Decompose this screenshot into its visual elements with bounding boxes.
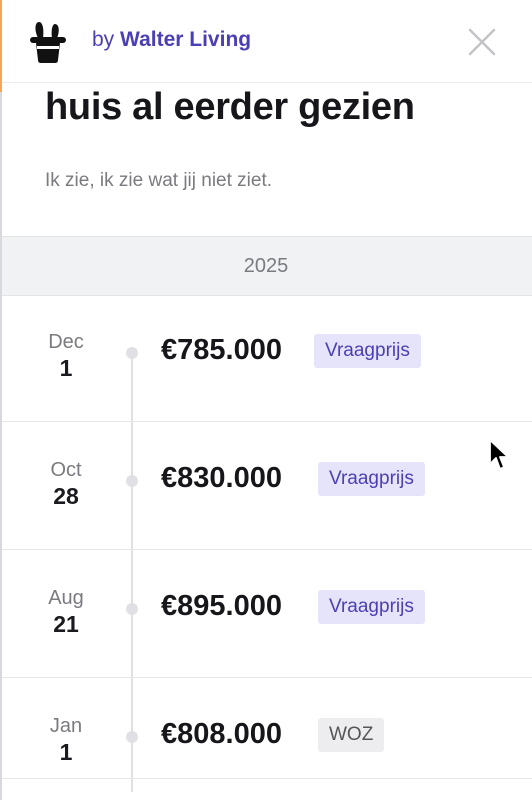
year-header: 2025 bbox=[0, 236, 532, 296]
entry-month: Oct bbox=[50, 459, 82, 481]
timeline-row: Aug 21 €895.000 Vraagprijs bbox=[0, 550, 532, 678]
entry-month: Dec bbox=[48, 331, 84, 353]
timeline-row: Jan 1 €808.000 WOZ bbox=[0, 678, 532, 805]
entry-date: Dec 1 bbox=[30, 330, 102, 382]
entry-date: Aug 21 bbox=[30, 586, 102, 638]
timeline-dot bbox=[126, 475, 138, 487]
timeline-dot bbox=[126, 347, 138, 359]
entry-date: Jan 1 bbox=[30, 714, 102, 766]
byline-prefix: by bbox=[92, 28, 115, 51]
panel-title: huis al eerder gezien bbox=[45, 86, 415, 128]
panel-subtitle: Ik zie, ik zie wat jij niet ziet. bbox=[45, 170, 273, 191]
price-type-badge: Vraagprijs bbox=[318, 590, 425, 624]
panel-header: by Walter Living bbox=[0, 0, 532, 83]
entry-day: 1 bbox=[59, 739, 73, 765]
timeline-dot bbox=[126, 731, 138, 743]
close-icon[interactable] bbox=[462, 22, 502, 62]
entry-price: €808.000 bbox=[161, 718, 282, 750]
page-edge-accent bbox=[0, 0, 2, 92]
brand-link[interactable]: Walter Living bbox=[120, 28, 251, 51]
entry-price: €785.000 bbox=[161, 334, 282, 366]
entry-month: Aug bbox=[48, 587, 84, 609]
entry-day: 28 bbox=[53, 483, 79, 509]
timeline-row: Oct 28 €830.000 Vraagprijs bbox=[0, 422, 532, 550]
year-label: 2025 bbox=[243, 254, 289, 277]
entry-date: Oct 28 bbox=[30, 458, 102, 510]
price-type-badge: Vraagprijs bbox=[318, 462, 425, 496]
mouse-cursor-icon bbox=[489, 439, 509, 470]
entry-day: 1 bbox=[59, 355, 73, 381]
price-history-timeline: Dec 1 €785.000 Vraagprijs Oct 28 €830.00… bbox=[0, 294, 532, 792]
byline: by Walter Living bbox=[92, 28, 251, 52]
page-edge bbox=[0, 0, 2, 800]
timeline-row: Dec 1 €785.000 Vraagprijs bbox=[0, 294, 532, 422]
entry-day: 21 bbox=[53, 611, 79, 637]
price-type-badge: Vraagprijs bbox=[314, 334, 421, 368]
entry-month: Jan bbox=[49, 715, 83, 737]
panel-bottom-divider bbox=[0, 778, 532, 779]
price-type-badge: WOZ bbox=[318, 718, 385, 752]
entry-price: €830.000 bbox=[161, 462, 282, 494]
magic-hat-icon bbox=[30, 22, 66, 63]
entry-price: €895.000 bbox=[161, 590, 282, 622]
timeline-dot bbox=[126, 603, 138, 615]
